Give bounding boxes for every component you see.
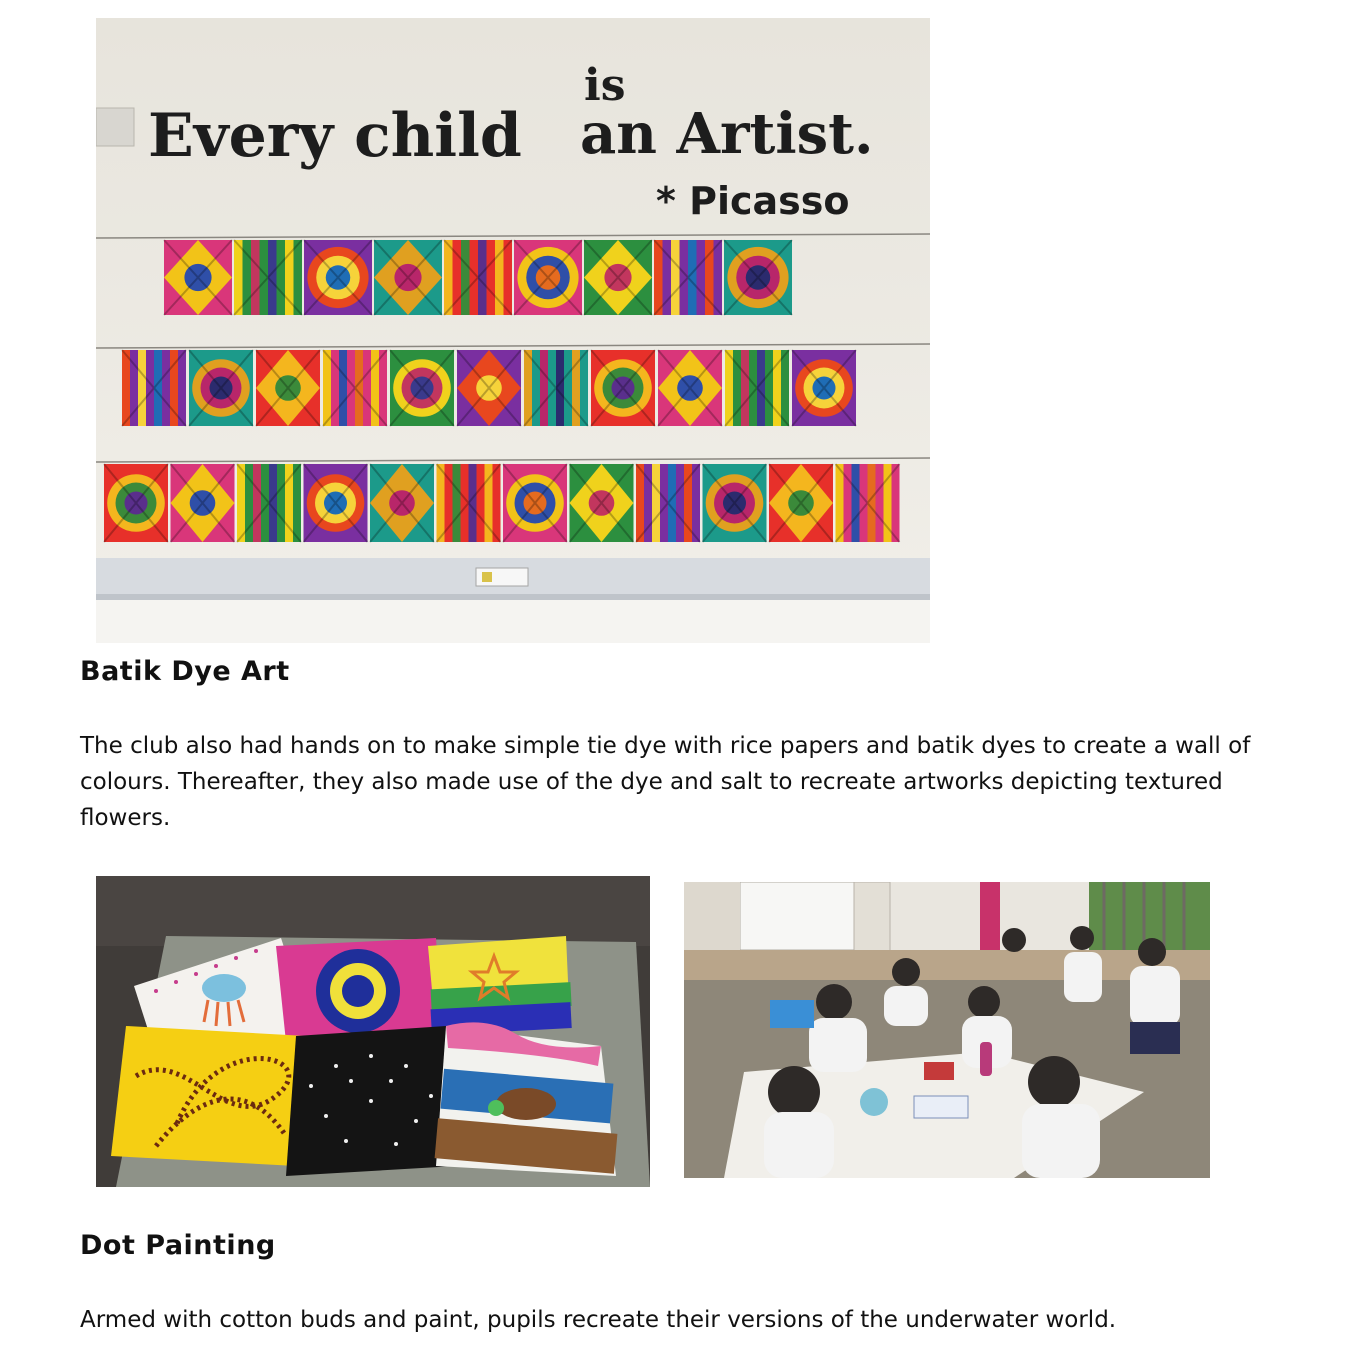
tie-dye-square <box>590 349 656 427</box>
dot-painting-heading: Dot Painting <box>80 1230 276 1261</box>
tie-dye-square <box>373 239 443 316</box>
dye-row-1 <box>163 239 793 316</box>
quote-text-left: Every child <box>148 101 522 171</box>
tie-dye-square <box>834 463 901 543</box>
tie-dye-square <box>435 463 502 543</box>
quote-text-right: an Artist. <box>580 101 873 167</box>
tie-dye-square <box>701 463 768 543</box>
tie-dye-square <box>121 349 187 427</box>
batik-paragraph: The club also had hands on to make simpl… <box>80 733 1251 831</box>
tie-dye-square <box>502 463 568 543</box>
tie-dye-square <box>523 349 589 427</box>
batik-heading: Batik Dye Art <box>80 656 290 687</box>
tie-dye-square <box>768 463 834 543</box>
dot-paintings-photo <box>96 876 650 1187</box>
tie-dye-square <box>303 239 373 316</box>
tie-dye-square <box>236 463 302 543</box>
tie-dye-square <box>513 239 583 316</box>
tie-dye-square <box>188 349 254 427</box>
tie-dye-square <box>653 239 723 316</box>
tie-dye-square <box>233 239 303 316</box>
classroom-photo-image <box>684 882 1210 1178</box>
tie-dye-square <box>635 463 701 543</box>
tie-dye-square <box>724 349 790 427</box>
tie-dye-square <box>255 349 321 427</box>
tie-dye-square <box>583 239 653 316</box>
tie-dye-wall-photo: Every child is an Artist. * Picasso <box>96 18 930 643</box>
tie-dye-square <box>723 239 793 316</box>
tie-dye-wall-photo-image: Every child is an Artist. * Picasso <box>96 18 930 643</box>
tie-dye-square <box>657 349 723 427</box>
tie-dye-square <box>791 349 857 427</box>
tie-dye-square <box>302 463 369 543</box>
tie-dye-square <box>169 463 236 543</box>
dot-painting-paragraph: Armed with cotton buds and paint, pupils… <box>80 1307 1117 1333</box>
tie-dye-square <box>163 239 233 316</box>
quote-author: * Picasso <box>656 179 850 223</box>
tie-dye-square <box>322 349 388 427</box>
tie-dye-square <box>103 463 169 543</box>
dot-paintings-photo-image <box>96 876 650 1187</box>
tie-dye-square <box>568 463 635 543</box>
classroom-photo <box>684 882 1210 1178</box>
tie-dye-square <box>456 349 522 427</box>
tie-dye-square <box>443 239 513 316</box>
tie-dye-square <box>389 349 455 427</box>
tie-dye-square <box>369 463 435 543</box>
dye-row-2 <box>121 349 857 427</box>
